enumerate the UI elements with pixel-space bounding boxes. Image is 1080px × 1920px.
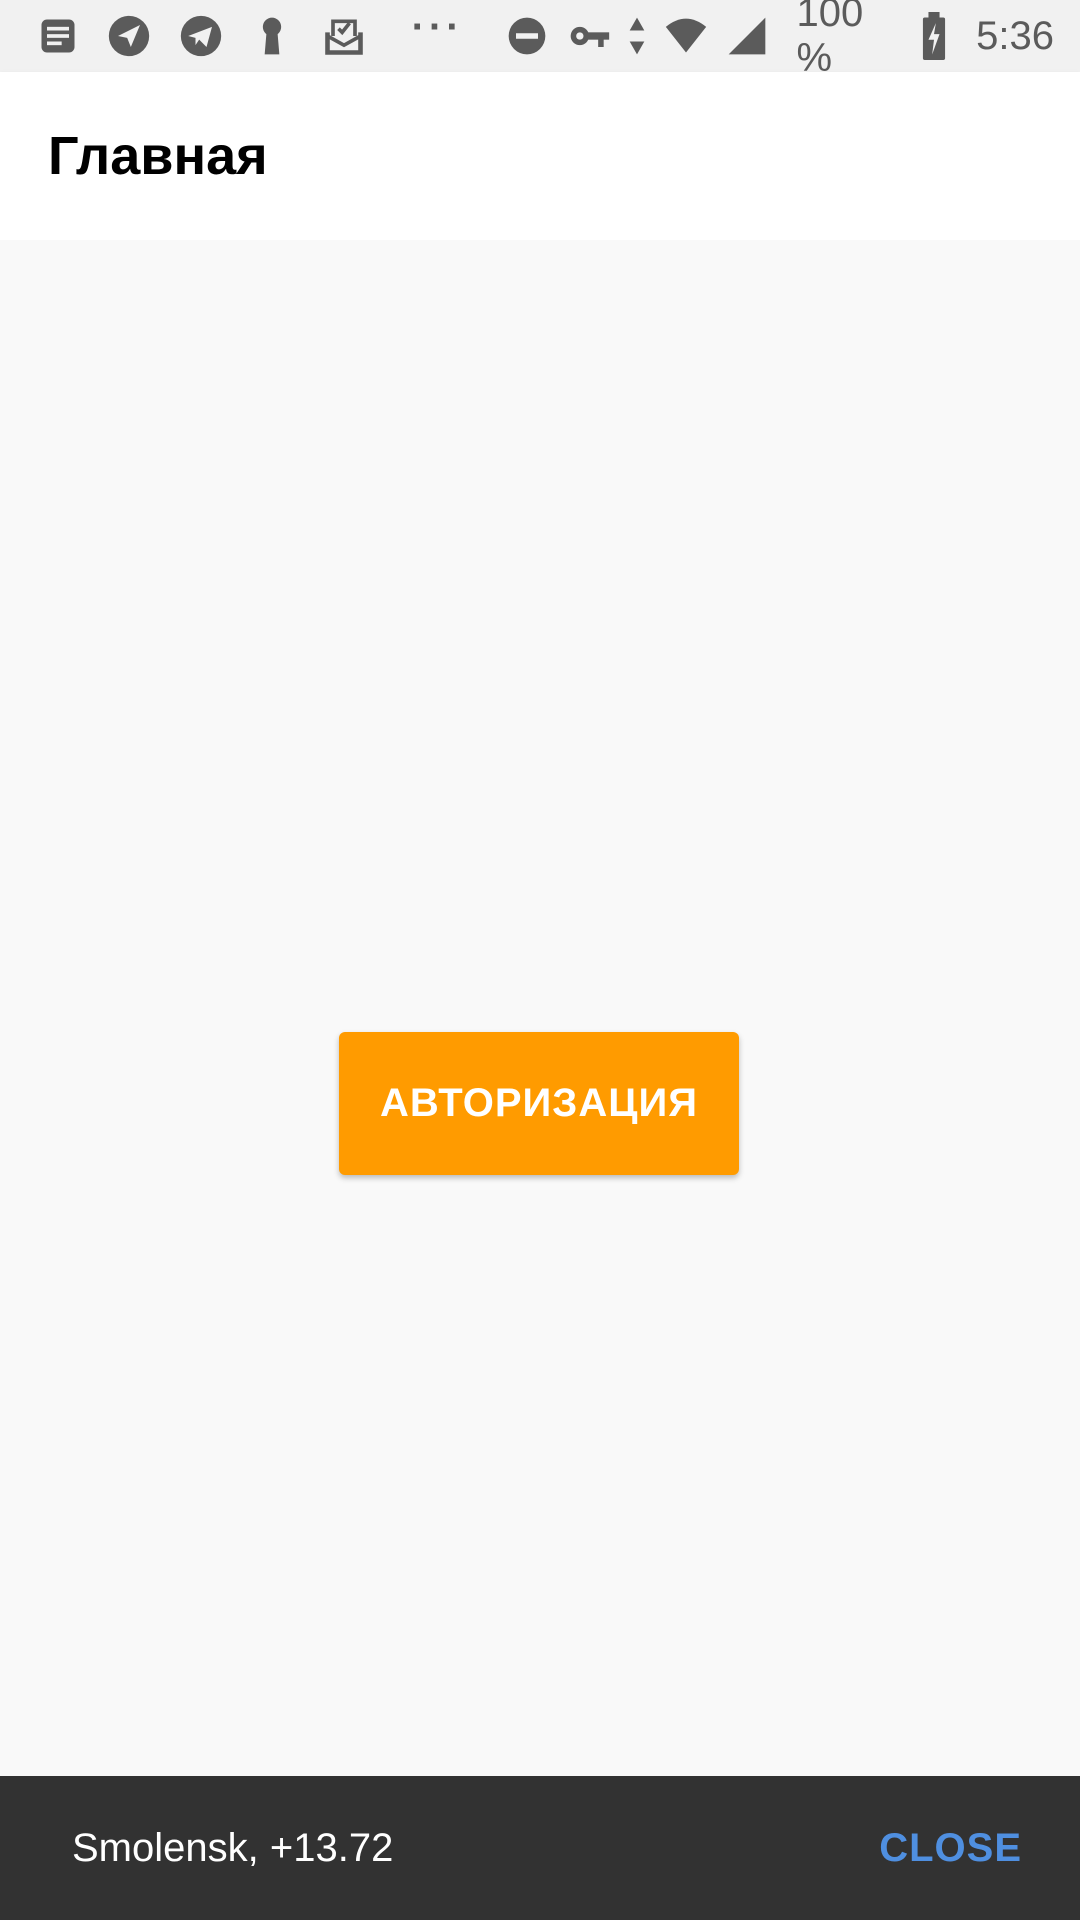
do-not-disturb-icon	[500, 8, 555, 64]
overflow-indicator: ···	[411, 4, 464, 49]
snackbar-message: Smolensk, +13.72	[72, 1825, 394, 1870]
cell-signal-icon	[719, 8, 774, 64]
battery-percentage: 100 %	[796, 0, 864, 80]
battery-charging-icon	[919, 8, 951, 64]
app-bar: Главная	[0, 72, 1080, 240]
authorization-button[interactable]: АВТОРИЗАЦИЯ	[339, 1032, 739, 1175]
main-content: АВТОРИЗАЦИЯ	[0, 240, 1080, 1776]
status-bar: ··· 100 % 5:36	[0, 0, 1080, 80]
location-arrow-icon	[102, 8, 158, 64]
mail-check-icon	[316, 8, 372, 64]
data-arrows-icon	[622, 8, 652, 64]
clock: 5:36	[976, 13, 1055, 58]
vpn-key-icon	[561, 8, 616, 64]
snackbar: Smolensk, +13.72 CLOSE	[0, 1776, 1080, 1920]
keyhole-icon	[245, 8, 301, 64]
status-right: 100 % 5:36	[500, 0, 1054, 81]
page-title: Главная	[48, 126, 268, 186]
telegram-icon	[173, 8, 229, 64]
wifi-icon	[658, 8, 713, 64]
notes-icon	[30, 8, 86, 64]
close-button[interactable]: CLOSE	[879, 1826, 1022, 1871]
